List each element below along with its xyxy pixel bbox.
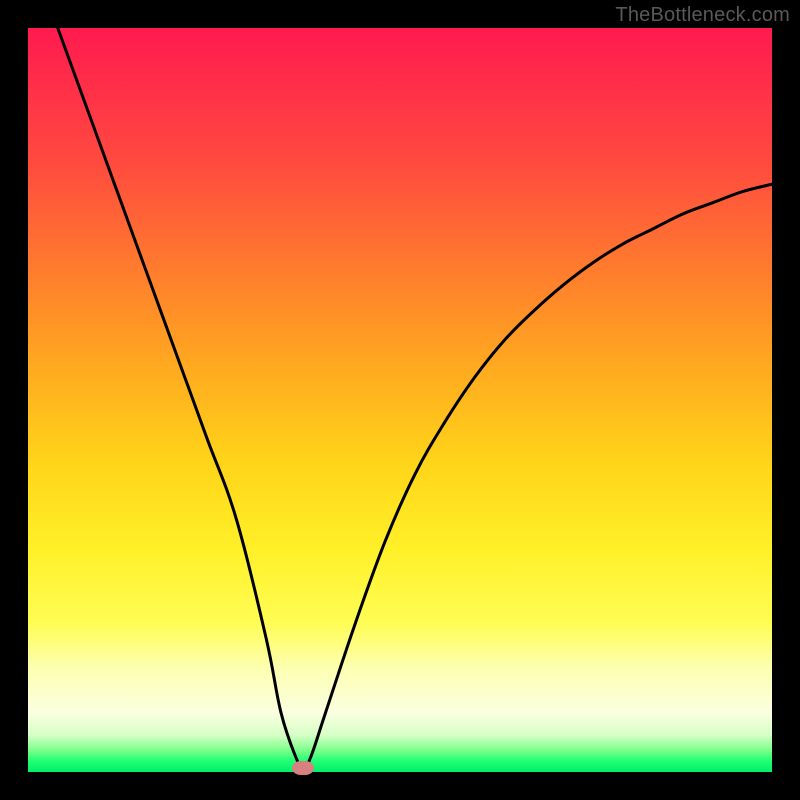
watermark-text: TheBottleneck.com xyxy=(615,4,790,27)
chart-frame: TheBottleneck.com xyxy=(0,0,800,800)
plot-area xyxy=(28,28,772,772)
curve-svg xyxy=(28,28,772,772)
optimum-marker xyxy=(292,761,314,775)
curve-path xyxy=(58,28,772,768)
